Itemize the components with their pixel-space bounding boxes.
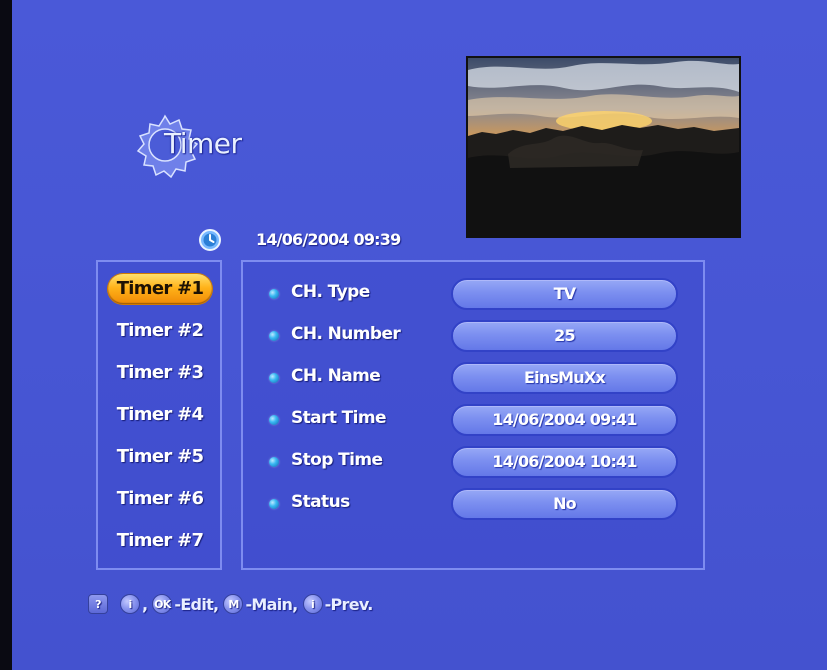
title-block: Timer — [132, 112, 262, 182]
preview-image — [468, 58, 739, 236]
page-title: Timer — [164, 127, 242, 160]
bullet-dot-icon — [269, 457, 279, 467]
bullet-dot-icon — [269, 373, 279, 383]
timer-list-panel: Timer #1 Timer #2 Timer #3 Timer #4 Time… — [96, 260, 222, 570]
help-separator: , — [142, 594, 148, 614]
field-row-stop-time: Stop Time 14/06/2004 10:41 — [243, 445, 703, 479]
help-icon[interactable]: ? — [88, 594, 108, 614]
field-label: CH. Number — [291, 324, 401, 344]
current-datetime: 14/06/2004 09:39 — [256, 230, 401, 249]
field-label: Stop Time — [291, 450, 383, 470]
timer-item-1[interactable]: Timer #1 — [108, 274, 212, 304]
clock-icon — [199, 229, 221, 251]
bullet-dot-icon — [269, 415, 279, 425]
timer-item-3[interactable]: Timer #3 — [108, 358, 212, 388]
bullet-dot-icon — [269, 331, 279, 341]
timer-item-5[interactable]: Timer #5 — [108, 442, 212, 472]
prev-icon[interactable]: i — [302, 594, 323, 614]
bullet-dot-icon — [269, 499, 279, 509]
help-prev-text: -Prev. — [324, 594, 374, 614]
ch-number-value[interactable]: 25 — [451, 320, 678, 352]
ok-icon[interactable]: OK — [152, 594, 173, 614]
field-row-ch-type: CH. Type TV — [243, 277, 703, 311]
field-label: Start Time — [291, 408, 387, 428]
bullet-dot-icon — [269, 289, 279, 299]
timer-item-7[interactable]: Timer #7 — [108, 526, 212, 556]
help-bar: ? i , OK -Edit, M -Main, i -Prev. — [88, 592, 376, 616]
field-label: CH. Name — [291, 366, 381, 386]
help-main-text: -Main, — [245, 594, 298, 614]
timer-item-2[interactable]: Timer #2 — [108, 316, 212, 346]
stop-time-value[interactable]: 14/06/2004 10:41 — [451, 446, 678, 478]
field-label: Status — [291, 492, 350, 512]
field-row-ch-number: CH. Number 25 — [243, 319, 703, 353]
timer-item-4[interactable]: Timer #4 — [108, 400, 212, 430]
main-icon[interactable]: M — [223, 594, 244, 614]
tv-screen: Timer 14/06/2004 09:39 Timer #1 Timer #2… — [12, 0, 827, 670]
ch-name-value[interactable]: EinsMuXx — [451, 362, 678, 394]
timer-list: Timer #1 Timer #2 Timer #3 Timer #4 Time… — [98, 262, 220, 568]
timer-details-panel: CH. Type TV CH. Number 25 CH. Name EinsM… — [241, 260, 705, 570]
timer-item-6[interactable]: Timer #6 — [108, 484, 212, 514]
status-value[interactable]: No — [451, 488, 678, 520]
field-row-start-time: Start Time 14/06/2004 09:41 — [243, 403, 703, 437]
live-tv-preview — [466, 56, 741, 238]
field-row-status: Status No — [243, 487, 703, 521]
field-row-ch-name: CH. Name EinsMuXx — [243, 361, 703, 395]
info-icon[interactable]: i — [120, 594, 140, 614]
start-time-value[interactable]: 14/06/2004 09:41 — [451, 404, 678, 436]
help-edit-text: -Edit, — [174, 594, 219, 614]
ch-type-value[interactable]: TV — [451, 278, 678, 310]
field-label: CH. Type — [291, 282, 370, 302]
